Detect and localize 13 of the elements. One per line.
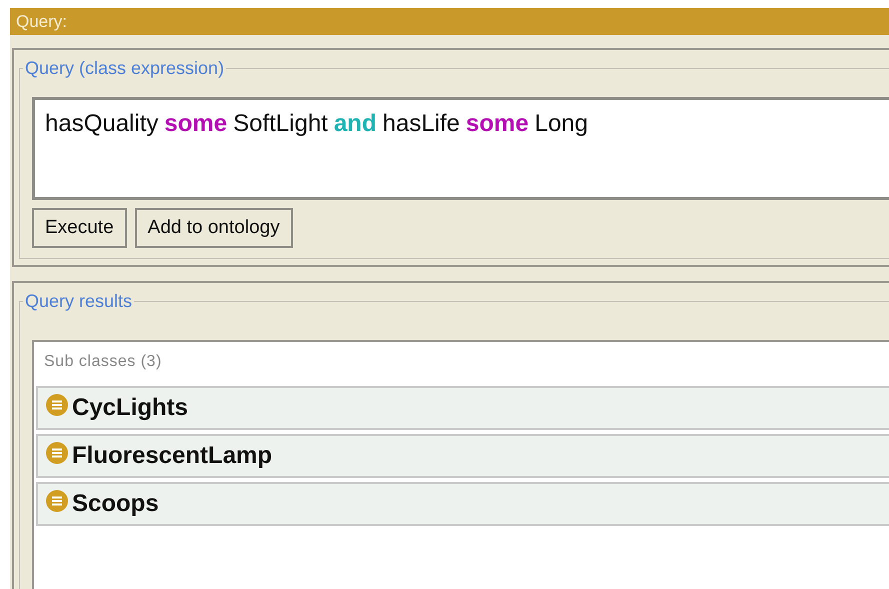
class-item[interactable]: FluorescentLamp xyxy=(36,434,889,478)
class-icon xyxy=(46,394,68,416)
class-icon xyxy=(46,442,68,464)
group-legend: Query (class expression) xyxy=(23,58,226,78)
class-icon xyxy=(46,490,68,512)
action-button[interactable]: Add to ontology xyxy=(134,208,293,248)
action-button[interactable]: Execute xyxy=(32,208,127,248)
class-item[interactable]: CycLights xyxy=(36,386,889,430)
panel-title: Query: xyxy=(10,8,889,35)
expression-editor[interactable]: hasQuality some SoftLight and hasLife some Long xyxy=(32,97,889,200)
group-legend: Query results xyxy=(23,291,134,311)
section-header: Sub classes (3) xyxy=(43,352,163,372)
class-item[interactable]: Scoops xyxy=(36,482,889,526)
